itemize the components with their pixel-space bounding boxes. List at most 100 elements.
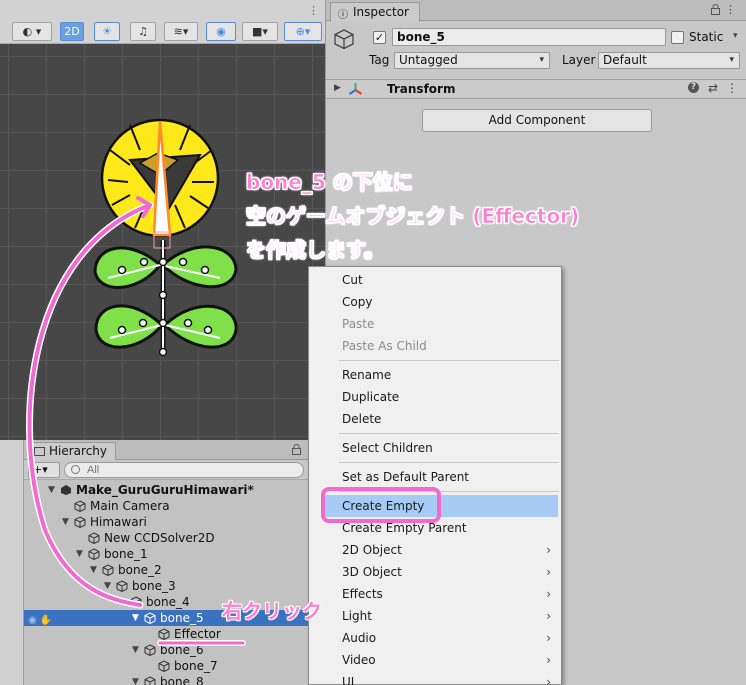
static-label: Static [689, 30, 724, 44]
table-row[interactable]: bone_7 [24, 658, 309, 674]
table-row[interactable]: ▼ Make_GuruGuruHimawari* [24, 482, 309, 498]
menu-item-audio[interactable]: Audio › [309, 627, 561, 649]
row-label: Himawari [90, 515, 147, 529]
row-label: bone_4 [146, 595, 190, 609]
menu-item-label: Light [342, 609, 372, 623]
transform-axes-icon [348, 83, 363, 95]
table-row[interactable]: ▼ bone_8 [24, 674, 309, 685]
static-checkbox[interactable] [671, 31, 684, 44]
layer-label: Layer [562, 53, 596, 67]
hierarchy-tabbar: Hierarchy [24, 440, 309, 461]
chevron-right-icon: › [546, 653, 551, 667]
row-label: bone_1 [104, 547, 148, 561]
menu-item-ui[interactable]: UI › [309, 671, 561, 685]
tag-value: Untagged [399, 53, 458, 67]
menu-item-label: Cut [342, 273, 363, 287]
gameobject-cube-icon [74, 500, 86, 512]
row-label: Main Camera [90, 499, 170, 513]
foldout-arrow-icon[interactable]: ▼ [132, 642, 142, 658]
callout-line-2: 空のゲームオブジェクト (Effector) [246, 204, 580, 229]
tag-dropdown[interactable]: Untagged ▾ [394, 52, 550, 69]
foldout-arrow-icon[interactable]: ▼ [132, 674, 142, 685]
table-row[interactable]: New CCDSolver2D [24, 530, 309, 546]
chevron-right-icon: › [546, 565, 551, 579]
row-label: Effector [174, 627, 221, 641]
foldout-arrow-icon[interactable]: ▼ [48, 482, 58, 498]
callout-line-1: bone_5 の下位に [246, 170, 413, 195]
menu-item-set-as-default-parent[interactable]: Set as Default Parent [309, 466, 561, 488]
menu-item-cut[interactable]: Cut [309, 269, 561, 291]
foldout-arrow-icon[interactable]: ▼ [90, 562, 100, 578]
help-icon[interactable]: ? [688, 82, 699, 93]
menu-item-3d-object[interactable]: 3D Object › [309, 561, 561, 583]
transform-component-header[interactable]: ▶ Transform ? ⇄ ⋮ [326, 79, 746, 99]
foldout-arrow-icon[interactable]: ▼ [76, 546, 86, 562]
menu-item-effects[interactable]: Effects › [309, 583, 561, 605]
chevron-right-icon: › [546, 543, 551, 557]
row-label: Make_GuruGuruHimawari* [76, 483, 254, 497]
menu-item-rename[interactable]: Rename [309, 364, 561, 386]
panel-menu-icon[interactable]: ⋮ [725, 3, 736, 16]
hierarchy-search-input[interactable] [64, 462, 304, 478]
table-row[interactable]: ▼ bone_3 [24, 578, 309, 594]
menu-item-label: UI [342, 675, 355, 685]
gameobject-cube-icon [74, 516, 86, 528]
row-label: bone_6 [160, 643, 204, 657]
menu-item-duplicate[interactable]: Duplicate [309, 386, 561, 408]
add-component-button[interactable]: Add Component [422, 109, 652, 132]
menu-item-2d-object[interactable]: 2D Object › [309, 539, 561, 561]
active-checkbox[interactable]: ✓ [373, 31, 386, 44]
gameobject-cube-icon [88, 532, 100, 544]
layer-value: Default [603, 53, 647, 67]
chevron-right-icon: › [546, 631, 551, 645]
menu-item-delete[interactable]: Delete [309, 408, 561, 430]
chevron-down-icon: ▾ [729, 55, 734, 65]
menu-item-label: Audio [342, 631, 377, 645]
foldout-arrow-icon[interactable]: ▼ [104, 578, 114, 594]
gameobject-cube-icon [88, 548, 100, 560]
table-row[interactable]: ▼ Himawari [24, 514, 309, 530]
foldout-arrow-icon[interactable]: ▼ [62, 514, 72, 530]
row-label: New CCDSolver2D [104, 531, 215, 545]
menu-separator [339, 360, 559, 361]
layer-dropdown[interactable]: Default ▾ [598, 52, 740, 69]
search-icon [71, 465, 80, 474]
right-click-note: 右クリック [222, 599, 322, 623]
menu-item-copy[interactable]: Copy [309, 291, 561, 313]
menu-item-video[interactable]: Video › [309, 649, 561, 671]
static-dropdown-arrow[interactable]: ▾ [733, 31, 738, 41]
gameobject-cube-icon [116, 580, 128, 592]
foldout-arrow-icon[interactable]: ▼ [132, 610, 142, 626]
create-dropdown-button[interactable]: +▾ [28, 462, 60, 478]
menu-item-label: Paste [342, 317, 375, 331]
table-row[interactable]: Main Camera [24, 498, 309, 514]
tab-inspector-label: Inspector [353, 5, 409, 19]
menu-item-light[interactable]: Light › [309, 605, 561, 627]
gameobject-cube-icon [158, 628, 170, 640]
menu-item-select-children[interactable]: Select Children [309, 437, 561, 459]
table-row[interactable]: Effector [24, 626, 309, 642]
menu-separator [339, 433, 559, 434]
preset-icon[interactable]: ⇄ [708, 81, 718, 95]
object-name-field[interactable]: bone_5 [392, 28, 666, 46]
tag-label: Tag [369, 53, 390, 67]
tab-hierarchy[interactable]: Hierarchy [28, 442, 117, 461]
component-menu-icon[interactable]: ⋮ [726, 81, 738, 95]
foldout-arrow-icon[interactable]: ▼ [118, 594, 128, 610]
gameobject-cube-icon [144, 644, 156, 656]
lock-icon[interactable] [292, 444, 301, 455]
tab-inspector[interactable]: ⓘ Inspector [330, 2, 420, 22]
left-panel-sliver [0, 440, 24, 685]
foldout-arrow-icon[interactable]: ▶ [334, 83, 341, 93]
menu-item-label: Delete [342, 412, 382, 426]
list-icon [34, 447, 45, 456]
table-row[interactable]: ▼ bone_1 [24, 546, 309, 562]
gameobject-cube-icon [102, 564, 114, 576]
chevron-right-icon: › [546, 675, 551, 685]
table-row[interactable]: ▼ bone_6 [24, 642, 309, 658]
unity-scene-icon [61, 485, 71, 495]
table-row[interactable]: ▼ bone_2 [24, 562, 309, 578]
gameobject-cube-icon [158, 660, 170, 672]
menu-item-label: Paste As Child [342, 339, 427, 353]
lock-icon[interactable] [711, 4, 720, 15]
